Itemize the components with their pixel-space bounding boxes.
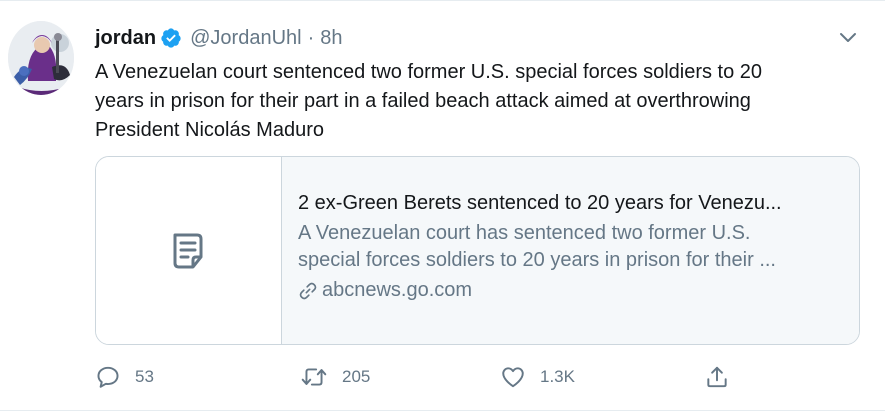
verified-badge-icon: [161, 28, 181, 48]
card-description: A Venezuelan court has sentenced two for…: [298, 220, 845, 274]
card-description-line: A Venezuelan court has sentenced two for…: [298, 222, 751, 244]
like-button[interactable]: 1.3K: [500, 363, 575, 391]
tweet[interactable]: jordan @JordanUhl · 8h A Venezuelan cour…: [0, 0, 885, 411]
tweet-text: A Venezuelan court sentenced two former …: [95, 58, 865, 145]
reply-count: 53: [135, 367, 154, 386]
link-icon: [299, 282, 317, 299]
reply-icon: [97, 366, 119, 388]
tweet-text-line: years in prison for their part in a fail…: [95, 90, 751, 112]
like-count: 1.3K: [540, 367, 575, 386]
retweet-button[interactable]: 205: [300, 363, 370, 391]
retweet-count: 205: [342, 367, 371, 386]
separator: ·: [307, 26, 315, 49]
share-button[interactable]: [704, 363, 730, 391]
card-body: 2 ex-Green Berets sentenced to 20 years …: [282, 157, 859, 344]
card-domain: abcnews.go.com: [298, 279, 845, 302]
card-description-line: special forces soldiers to 20 years in p…: [298, 249, 776, 271]
link-preview-card[interactable]: 2 ex-Green Berets sentenced to 20 years …: [95, 156, 860, 345]
more-options-button[interactable]: [836, 27, 860, 47]
timestamp[interactable]: 8h: [320, 27, 342, 50]
share-icon: [707, 366, 727, 388]
author-handle[interactable]: @JordanUhl: [190, 27, 301, 50]
tweet-actions: 53 205 1.3K: [95, 363, 865, 391]
retweet-icon: [301, 368, 327, 386]
avatar[interactable]: [8, 21, 74, 95]
card-thumbnail: [96, 157, 282, 344]
tweet-header: jordan @JordanUhl · 8h: [95, 25, 343, 51]
document-icon: [173, 233, 202, 268]
chevron-down-icon: [840, 33, 856, 42]
tweet-text-line: A Venezuelan court sentenced two former …: [95, 61, 763, 83]
tweet-text-line: President Nicolás Maduro: [95, 119, 324, 141]
reply-button[interactable]: 53: [95, 363, 154, 391]
author-name[interactable]: jordan: [95, 27, 156, 50]
card-title: 2 ex-Green Berets sentenced to 20 years …: [298, 192, 782, 214]
card-domain-text: abcnews.go.com: [322, 279, 473, 301]
like-icon: [502, 367, 524, 388]
